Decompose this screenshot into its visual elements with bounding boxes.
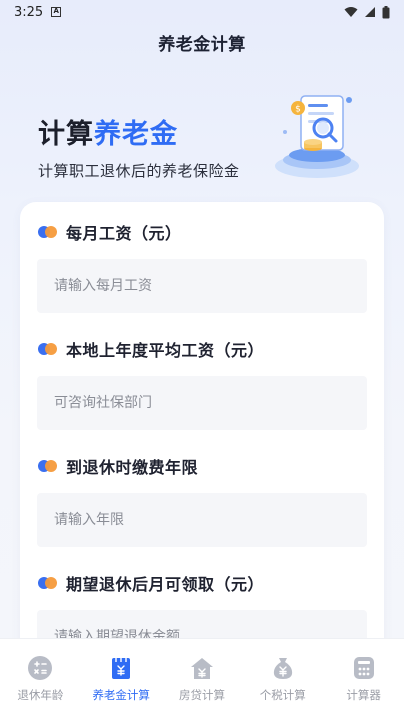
status-time: 3:25 bbox=[14, 4, 44, 20]
status-icons bbox=[344, 5, 390, 19]
bullet-dots-icon bbox=[38, 460, 58, 472]
page-title: 养老金计算 bbox=[158, 35, 246, 55]
tab-label: 养老金计算 bbox=[92, 688, 150, 702]
tab-retirement-age[interactable]: 退休年龄 bbox=[0, 639, 81, 720]
monthly-salary-label: 每月工资（元） bbox=[38, 220, 182, 244]
contribution-years-input[interactable] bbox=[37, 493, 367, 547]
hero-title: 计算养老金 bbox=[38, 112, 178, 151]
battery-icon bbox=[382, 5, 390, 18]
hero-title-plain: 计算 bbox=[38, 119, 94, 150]
monthly-salary-input[interactable] bbox=[37, 259, 367, 313]
calculator-icon bbox=[28, 656, 53, 680]
tab-income-tax-calculation[interactable]: 个税计算 bbox=[242, 639, 323, 720]
money-bag-icon bbox=[273, 658, 292, 679]
document-icon bbox=[112, 658, 131, 679]
house-yuan-icon bbox=[190, 658, 213, 679]
field-label-text: 期望退休后月可领取（元） bbox=[66, 575, 265, 594]
bullet-dots-icon bbox=[38, 343, 58, 355]
svg-text:$: $ bbox=[295, 105, 301, 115]
tab-label: 计算器 bbox=[346, 688, 381, 702]
tab-pension-calculation[interactable]: 养老金计算 bbox=[81, 639, 162, 720]
tab-label: 房贷计算 bbox=[178, 688, 225, 702]
field-label-text: 本地上年度平均工资（元） bbox=[66, 341, 265, 360]
tab-calculator[interactable]: 计算器 bbox=[323, 639, 404, 720]
hero-subtitle: 计算职工退休后的养老保险金 bbox=[38, 162, 240, 180]
bullet-dots-icon bbox=[38, 226, 58, 238]
tab-mortgage-calculation[interactable]: 房贷计算 bbox=[162, 639, 243, 720]
bullet-dots-icon bbox=[38, 577, 58, 589]
wifi-icon bbox=[344, 7, 358, 17]
expected-pension-label: 期望退休后月可领取（元） bbox=[38, 571, 264, 595]
app-screen: 3:25 A 养老金计算 计算养老金 计算职工退休后的养老保险金 $ 每月工资（… bbox=[0, 0, 404, 720]
field-label-text: 到退休时缴费年限 bbox=[66, 458, 199, 477]
bottom-tab-bar: 退休年龄 养老金计算 房贷计算 个税计算 计算器 bbox=[0, 638, 404, 720]
tab-label: 退休年龄 bbox=[17, 688, 64, 702]
notification-icon: A bbox=[51, 7, 62, 17]
signal-icon bbox=[365, 7, 375, 17]
hero-title-accent: 养老金 bbox=[94, 119, 178, 150]
contribution-years-label: 到退休时缴费年限 bbox=[38, 454, 198, 478]
field-label-text: 每月工资（元） bbox=[66, 224, 182, 243]
keypad-icon bbox=[353, 657, 374, 679]
pension-document-illustration: $ bbox=[275, 95, 359, 178]
status-bar: 3:25 A bbox=[0, 0, 404, 24]
average-salary-input[interactable] bbox=[37, 376, 367, 430]
average-salary-label: 本地上年度平均工资（元） bbox=[38, 337, 264, 361]
tab-label: 个税计算 bbox=[259, 688, 306, 702]
